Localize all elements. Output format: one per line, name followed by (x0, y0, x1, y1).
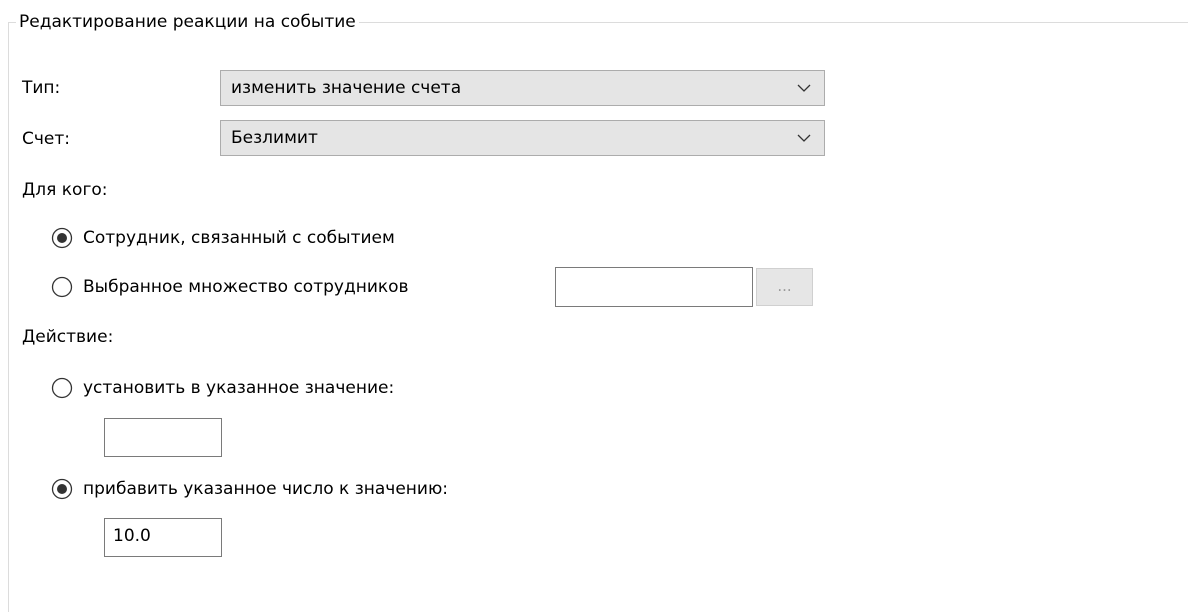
browse-employees-button[interactable]: ... (756, 268, 813, 306)
for-whom-label: Для кого: (22, 180, 108, 200)
account-dropdown-value: Безлимит (231, 128, 318, 148)
type-dropdown-value: изменить значение счета (231, 78, 462, 98)
groupbox-title: Редактирование реакции на событие (16, 10, 359, 34)
radio-add-value-label[interactable]: прибавить указанное число к значению: (83, 478, 448, 500)
account-label: Счет: (22, 129, 71, 149)
radio-related-employee[interactable] (51, 227, 73, 249)
set-value-field[interactable] (104, 418, 222, 457)
radio-selected-employees-label[interactable]: Выбранное множество сотрудников (83, 276, 409, 298)
radio-related-employee-label[interactable]: Сотрудник, связанный с событием (83, 227, 395, 249)
type-dropdown[interactable]: изменить значение счета (220, 70, 825, 106)
radio-set-value-label[interactable]: установить в указанное значение: (83, 377, 394, 399)
add-value-field-value: 10.0 (113, 526, 151, 546)
type-label: Тип: (22, 78, 61, 98)
chevron-down-icon (797, 84, 811, 92)
chevron-down-icon (797, 134, 811, 142)
employees-field[interactable] (555, 267, 753, 307)
radio-selected-employees[interactable] (51, 276, 73, 298)
action-label: Действие: (22, 327, 114, 347)
radio-add-value[interactable] (51, 478, 73, 500)
radio-set-value[interactable] (51, 377, 73, 399)
account-dropdown[interactable]: Безлимит (220, 120, 825, 156)
add-value-field[interactable]: 10.0 (104, 518, 222, 557)
